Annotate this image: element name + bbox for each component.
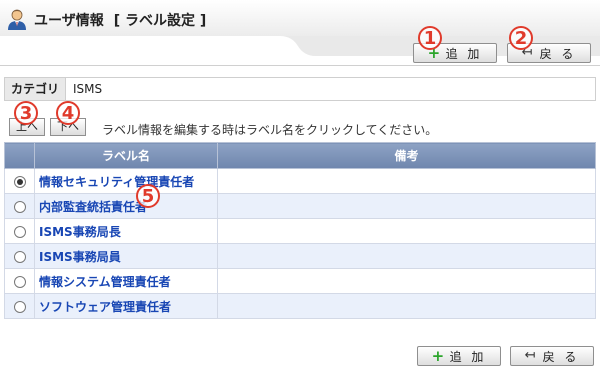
column-header-label-name: ラベル名 xyxy=(34,142,218,169)
label-name-link[interactable]: 情報セキュリティ管理責任者 xyxy=(39,175,194,189)
edit-hint: ラベル情報を編集する時はラベル名をクリックしてください。 xyxy=(102,123,438,137)
column-header-note: 備考 xyxy=(217,142,596,169)
callout-1: 1 xyxy=(418,26,442,50)
table-row: ソフトウェア管理責任者 xyxy=(4,293,596,319)
row-radio[interactable] xyxy=(13,275,26,288)
note-cell xyxy=(217,193,596,219)
label-name-link[interactable]: ソフトウェア管理責任者 xyxy=(39,300,171,314)
label-name-link[interactable]: 情報システム管理責任者 xyxy=(39,275,171,289)
back-button-label: 戻 る xyxy=(539,46,577,61)
table-row: ISMS事務局員 xyxy=(4,243,596,269)
category-bar: カテゴリ ISMS xyxy=(4,77,596,101)
user-icon xyxy=(8,9,26,30)
table-row: 情報システム管理責任者 xyxy=(4,268,596,294)
note-cell xyxy=(217,168,596,194)
table-row: 情報セキュリティ管理責任者 xyxy=(4,168,596,194)
add-button-bottom-label: 追 加 xyxy=(449,349,487,364)
callout-3: 3 xyxy=(14,101,38,125)
label-name-link[interactable]: ISMS事務局員 xyxy=(39,250,121,264)
note-cell xyxy=(217,218,596,244)
back-button-bottom-label: 戻 る xyxy=(542,349,580,364)
page-title-text: ユーザ情報 xyxy=(34,13,104,29)
label-name-link[interactable]: 内部監査統括責任者 xyxy=(39,200,147,214)
note-cell xyxy=(217,243,596,269)
label-table: ラベル名 備考 情報セキュリティ管理責任者 内部監査統括責任者 ISMS事務局長 xyxy=(4,142,596,319)
category-label: カテゴリ xyxy=(5,78,66,100)
callout-2: 2 xyxy=(509,26,533,50)
label-name-link[interactable]: ISMS事務局長 xyxy=(39,225,121,239)
table-header-row: ラベル名 備考 xyxy=(4,142,596,169)
category-value: ISMS xyxy=(73,82,103,96)
table-row: 内部監査統括責任者 xyxy=(4,193,596,219)
callout-4: 4 xyxy=(56,101,80,125)
add-button-bottom[interactable]: + 追 加 xyxy=(417,346,501,366)
note-cell xyxy=(217,293,596,319)
callout-5: 5 xyxy=(136,184,160,208)
row-radio[interactable] xyxy=(13,200,26,213)
row-radio[interactable] xyxy=(13,225,26,238)
note-cell xyxy=(217,268,596,294)
page-title: ユーザ情報 [ ラベル設定 ] xyxy=(34,10,206,30)
add-button-label: 追 加 xyxy=(445,46,483,61)
back-button-bottom[interactable]: ↤ 戻 る xyxy=(510,346,594,366)
row-radio[interactable] xyxy=(13,300,26,313)
row-radio[interactable] xyxy=(13,175,26,188)
plus-icon: + xyxy=(431,347,445,365)
page-subtitle: [ ラベル設定 ] xyxy=(113,13,207,29)
table-row: ISMS事務局長 xyxy=(4,218,596,244)
row-radio[interactable] xyxy=(13,250,26,263)
column-header-select xyxy=(4,142,35,169)
return-arrow-icon: ↤ xyxy=(524,348,536,363)
